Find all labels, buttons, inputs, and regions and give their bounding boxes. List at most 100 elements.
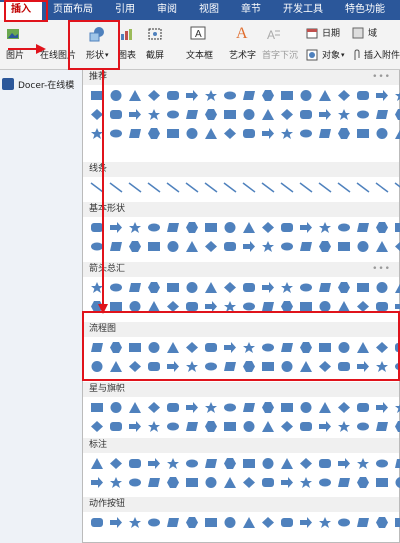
shape-item[interactable] — [355, 359, 371, 374]
shape-item[interactable] — [298, 220, 314, 235]
shape-item[interactable] — [355, 239, 371, 254]
picture-button[interactable] — [6, 28, 22, 40]
shape-item[interactable] — [146, 515, 162, 530]
shape-item[interactable] — [203, 419, 219, 434]
menu-section[interactable]: 章节 — [230, 0, 272, 20]
shape-item[interactable] — [165, 180, 181, 195]
shape-item[interactable] — [279, 280, 295, 295]
shape-item[interactable] — [298, 239, 314, 254]
shape-item[interactable] — [317, 220, 333, 235]
shape-item[interactable] — [146, 239, 162, 254]
shape-item[interactable] — [317, 400, 333, 415]
shape-item[interactable] — [146, 88, 162, 103]
shape-item[interactable] — [336, 475, 352, 490]
shape-item[interactable] — [260, 299, 276, 314]
shape-item[interactable] — [298, 456, 314, 471]
shape-item[interactable] — [184, 126, 200, 141]
date-button[interactable]: 日期 — [306, 26, 340, 39]
shape-item[interactable] — [222, 359, 238, 374]
shape-item[interactable] — [374, 419, 390, 434]
shape-item[interactable] — [222, 126, 238, 141]
shape-item[interactable] — [336, 299, 352, 314]
shape-item[interactable] — [298, 340, 314, 355]
shape-item[interactable] — [393, 359, 400, 374]
shape-item[interactable] — [279, 220, 295, 235]
shape-item[interactable] — [127, 220, 143, 235]
shape-item[interactable] — [127, 107, 143, 122]
shape-item[interactable] — [374, 475, 390, 490]
shape-item[interactable] — [393, 180, 400, 195]
shape-item[interactable] — [203, 180, 219, 195]
shape-item[interactable] — [241, 126, 257, 141]
shape-item[interactable] — [127, 456, 143, 471]
shape-item[interactable] — [374, 180, 390, 195]
shape-item[interactable] — [393, 299, 400, 314]
shape-item[interactable] — [165, 280, 181, 295]
object-button[interactable]: 对象 ▾ — [306, 48, 345, 61]
shape-item[interactable] — [146, 359, 162, 374]
menu-developer[interactable]: 开发工具 — [272, 0, 334, 20]
shape-item[interactable] — [184, 299, 200, 314]
shape-item[interactable] — [298, 475, 314, 490]
shape-item[interactable] — [355, 400, 371, 415]
shape-item[interactable] — [89, 400, 105, 415]
shape-item[interactable] — [279, 359, 295, 374]
menu-page-layout[interactable]: 页面布局 — [42, 0, 104, 20]
shape-item[interactable] — [298, 400, 314, 415]
shape-item[interactable] — [298, 419, 314, 434]
shape-item[interactable] — [222, 220, 238, 235]
shape-item[interactable] — [146, 340, 162, 355]
shape-item[interactable] — [241, 107, 257, 122]
shape-item[interactable] — [184, 88, 200, 103]
shape-item[interactable] — [260, 180, 276, 195]
shape-item[interactable] — [108, 340, 124, 355]
shape-item[interactable] — [203, 126, 219, 141]
shape-item[interactable] — [336, 180, 352, 195]
shape-item[interactable] — [393, 220, 400, 235]
shape-item[interactable] — [165, 126, 181, 141]
dropcap-button[interactable]: 首字下沉 — [262, 48, 298, 61]
shape-item[interactable] — [374, 515, 390, 530]
shape-item[interactable] — [222, 88, 238, 103]
shape-item[interactable] — [241, 515, 257, 530]
shape-item[interactable] — [241, 220, 257, 235]
shape-item[interactable] — [184, 239, 200, 254]
shape-item[interactable] — [241, 180, 257, 195]
shape-item[interactable] — [374, 107, 390, 122]
shape-item[interactable] — [355, 280, 371, 295]
shape-item[interactable] — [222, 107, 238, 122]
shape-item[interactable] — [336, 88, 352, 103]
menu-view[interactable]: 视图 — [188, 0, 230, 20]
shape-item[interactable] — [393, 475, 400, 490]
shape-item[interactable] — [108, 88, 124, 103]
shape-item[interactable] — [203, 239, 219, 254]
shape-item[interactable] — [165, 299, 181, 314]
shape-item[interactable] — [336, 126, 352, 141]
shape-item[interactable] — [222, 419, 238, 434]
shape-item[interactable] — [298, 280, 314, 295]
shape-item[interactable] — [355, 107, 371, 122]
shape-item[interactable] — [127, 299, 143, 314]
shape-item[interactable] — [336, 515, 352, 530]
shape-item[interactable] — [241, 456, 257, 471]
shape-item[interactable] — [184, 220, 200, 235]
shape-item[interactable] — [108, 419, 124, 434]
shape-item[interactable] — [222, 180, 238, 195]
shape-item[interactable] — [241, 359, 257, 374]
shape-item[interactable] — [146, 419, 162, 434]
shape-item[interactable] — [260, 340, 276, 355]
shape-item[interactable] — [317, 299, 333, 314]
shape-item[interactable] — [203, 107, 219, 122]
shape-item[interactable] — [184, 515, 200, 530]
shape-item[interactable] — [279, 419, 295, 434]
shape-item[interactable] — [241, 88, 257, 103]
shape-item[interactable] — [260, 400, 276, 415]
shape-item[interactable] — [146, 280, 162, 295]
shape-item[interactable] — [127, 359, 143, 374]
shape-item[interactable] — [374, 88, 390, 103]
shape-item[interactable] — [393, 515, 400, 530]
shape-item[interactable] — [393, 280, 400, 295]
shape-item[interactable] — [184, 475, 200, 490]
shape-item[interactable] — [222, 340, 238, 355]
shape-item[interactable] — [127, 400, 143, 415]
